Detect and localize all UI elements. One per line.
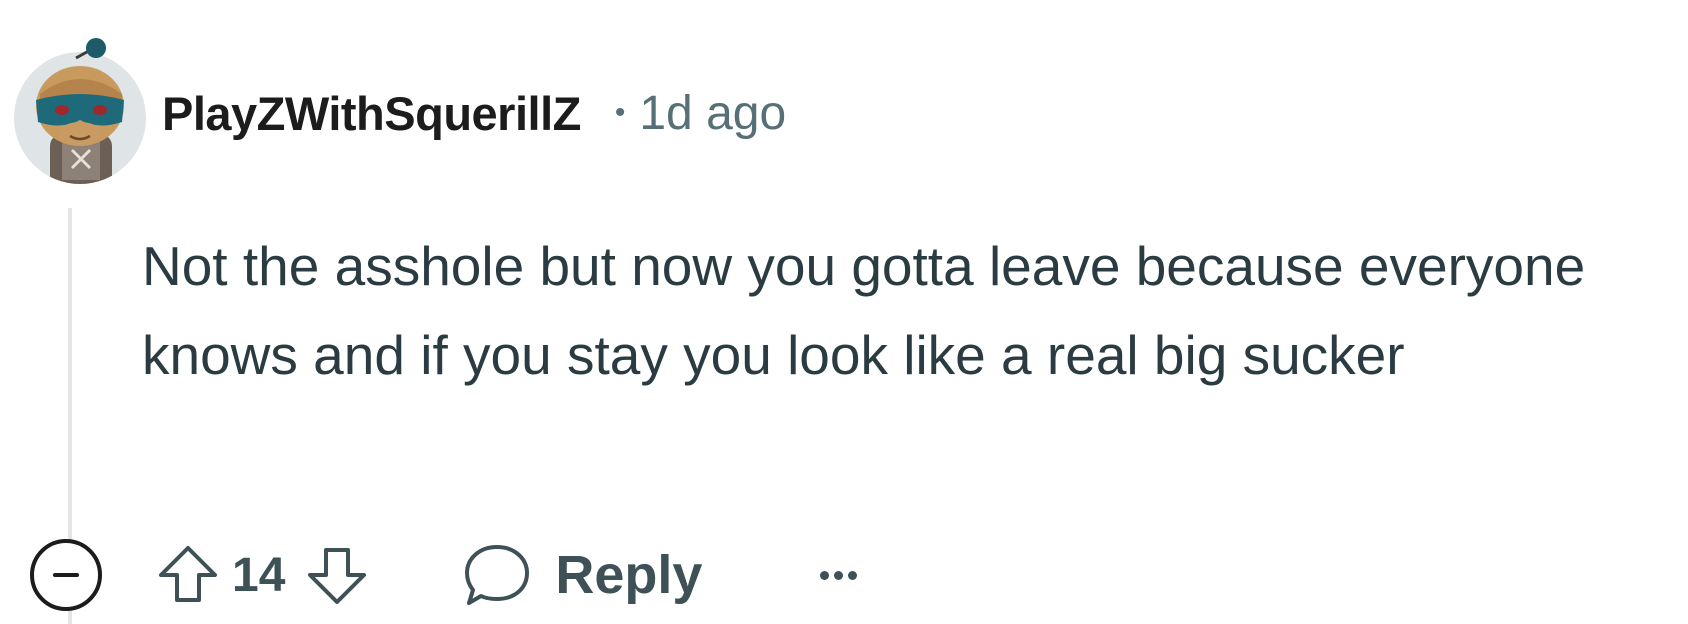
minus-circle-icon (53, 573, 79, 577)
ellipsis-icon (834, 570, 844, 580)
reply-label: Reply (555, 545, 703, 605)
speech-bubble-icon (465, 545, 530, 605)
snoo-avatar-icon (14, 38, 146, 184)
ellipsis-icon (848, 570, 858, 580)
comment-header: PlayZWithSquerillZ • 1d ago (162, 82, 786, 144)
vote-score: 14 (232, 548, 286, 602)
username[interactable]: PlayZWithSquerillZ (162, 86, 581, 141)
reply-button[interactable]: Reply (463, 541, 702, 609)
avatar[interactable] (14, 38, 160, 184)
collapse-button[interactable] (30, 539, 102, 611)
downvote-button[interactable] (299, 535, 375, 615)
timestamp[interactable]: 1d ago (639, 86, 786, 141)
comment-body: Not the asshole but now you gotta leave … (142, 235, 1586, 386)
comment-actions: 14 Reply (30, 535, 858, 615)
comment: PlayZWithSquerillZ • 1d ago Not the assh… (0, 0, 1688, 624)
upvote-button[interactable] (150, 535, 226, 615)
more-options-button[interactable] (820, 555, 858, 595)
arrow-up-icon (159, 546, 217, 602)
arrow-down-icon (308, 548, 367, 604)
ellipsis-icon (820, 570, 830, 580)
meta-separator: • (614, 96, 626, 129)
